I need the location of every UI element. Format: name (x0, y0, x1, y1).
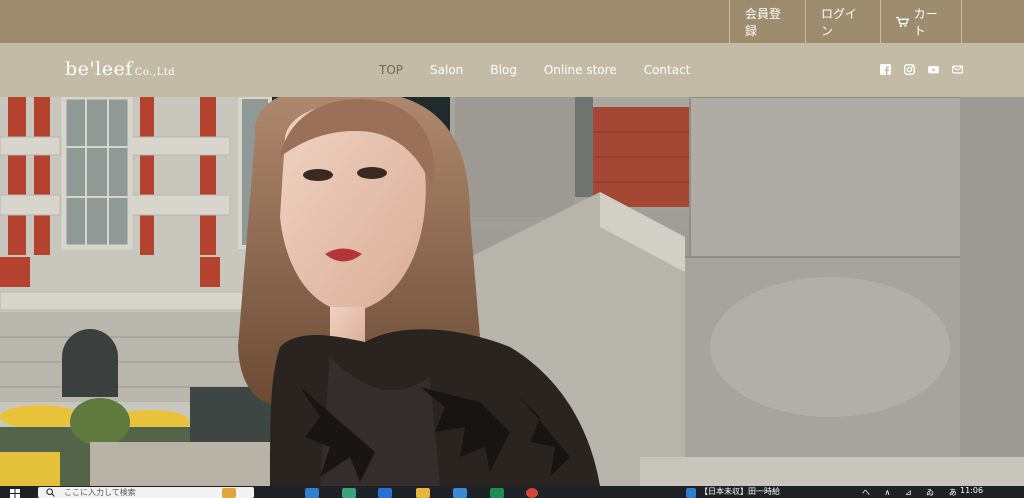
taskbar-clock[interactable]: 11:06 (960, 486, 983, 496)
system-tray[interactable]: へ ∧ ⊿ ゐ あ (862, 487, 963, 498)
taskbar-app-explorer-icon[interactable] (416, 488, 430, 498)
nav-blog[interactable]: Blog (490, 63, 517, 77)
nav-salon[interactable]: Salon (430, 63, 463, 77)
nav-top[interactable]: TOP (379, 63, 403, 77)
login-link[interactable]: ログイン (805, 0, 880, 43)
instagram-icon[interactable] (904, 64, 915, 75)
main-nav: TOP Salon Blog Online store Contact (379, 43, 717, 97)
nav-online-store[interactable]: Online store (544, 63, 617, 77)
login-label: ログイン (821, 6, 858, 38)
register-link[interactable]: 会員登録 (729, 0, 805, 43)
hero-image (0, 97, 1024, 486)
taskbar-task-icon (686, 488, 696, 498)
taskbar-app-edge-icon[interactable] (305, 488, 319, 498)
taskbar-active-task[interactable]: 【日本未収】田一時給 (700, 486, 780, 498)
os-taskbar: ここに入力して検索 【日本未収】田一時給 へ ∧ ⊿ ゐ あ 11:06 (0, 486, 1024, 498)
taskbar-app-browser-icon[interactable] (342, 488, 356, 498)
hero-photo (0, 97, 1024, 486)
windows-start-icon[interactable] (10, 489, 20, 498)
register-label: 会員登録 (745, 6, 782, 38)
search-placeholder: ここに入力して検索 (64, 488, 136, 497)
nav-contact[interactable]: Contact (644, 63, 691, 77)
utility-bar: 会員登録 ログイン カート (0, 0, 1024, 43)
site-header: be'leef Co.,Ltd TOP Salon Blog Online sto… (0, 43, 1024, 97)
taskbar-app-store-icon[interactable] (378, 488, 392, 498)
utility-links: 会員登録 ログイン カート (729, 0, 962, 43)
mail-icon[interactable] (952, 64, 963, 75)
taskbar-app-excel-icon[interactable] (490, 488, 504, 498)
cart-label: カート (913, 6, 938, 38)
search-icon (46, 488, 55, 497)
cart-icon (896, 16, 909, 27)
cart-link[interactable]: カート (880, 0, 962, 43)
taskbar-app-mail-icon[interactable] (453, 488, 467, 498)
site-logo[interactable]: be'leef Co.,Ltd (65, 58, 175, 80)
taskbar-app-chrome-icon[interactable] (526, 488, 538, 498)
logo-sub: Co.,Ltd (134, 67, 176, 78)
social-links (880, 64, 963, 75)
logo-main: be'leef (65, 58, 133, 80)
facebook-icon[interactable] (880, 64, 891, 75)
taskbar-app-photos-icon[interactable] (222, 488, 236, 498)
youtube-icon[interactable] (928, 64, 939, 75)
